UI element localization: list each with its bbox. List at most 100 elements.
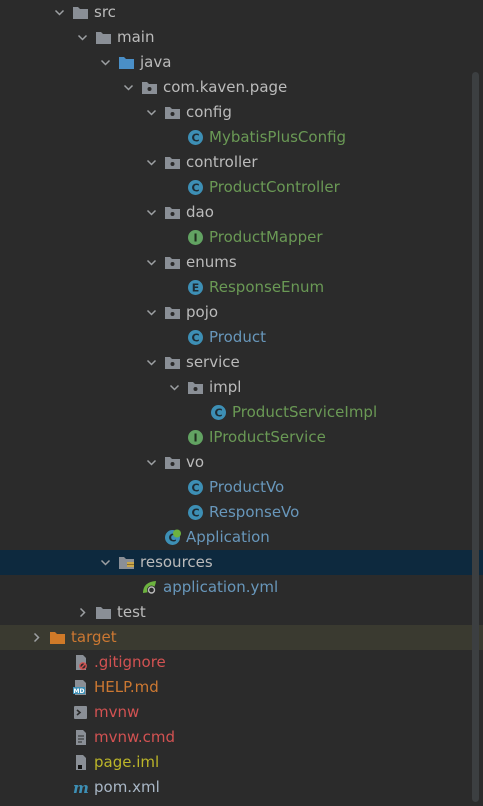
chevron-down-icon[interactable] bbox=[146, 457, 157, 468]
chevron-right-icon[interactable] bbox=[77, 607, 88, 618]
tree-item-iproductservice[interactable]: I IProductService bbox=[0, 425, 483, 450]
text-file-icon bbox=[76, 730, 86, 745]
tree-item-label: ProductVo bbox=[209, 478, 285, 496]
module-file-icon bbox=[76, 755, 86, 770]
tree-item-label: service bbox=[186, 353, 240, 371]
spring-boot-class-icon: C bbox=[165, 529, 181, 545]
svg-text:C: C bbox=[191, 332, 199, 345]
tree-item-label: Product bbox=[209, 328, 266, 346]
tree-item-label: dao bbox=[186, 203, 214, 221]
chevron-down-icon[interactable] bbox=[169, 382, 180, 393]
tree-item-gitignore[interactable]: .gitignore bbox=[0, 650, 483, 675]
tree-item-productserviceimpl[interactable]: C ProductServiceImpl bbox=[0, 400, 483, 425]
tree-item-label: target bbox=[71, 628, 117, 646]
tree-item-mybatisplusconfig[interactable]: C MybatisPlusConfig bbox=[0, 125, 483, 150]
tree-item-mvnw-cmd[interactable]: mvnw.cmd bbox=[0, 725, 483, 750]
chevron-down-icon[interactable] bbox=[123, 82, 134, 93]
chevron-down-icon[interactable] bbox=[100, 57, 111, 68]
tree-item-label: impl bbox=[209, 378, 242, 396]
tree-item-label: vo bbox=[186, 453, 205, 471]
chevron-down-icon[interactable] bbox=[146, 357, 157, 368]
class-icon: C bbox=[188, 330, 203, 345]
tree-item-label: ResponseEnum bbox=[209, 278, 325, 296]
tree-item-label: mvnw.cmd bbox=[94, 728, 176, 746]
tree-item-src[interactable]: src bbox=[0, 0, 483, 25]
tree-item-test[interactable]: test bbox=[0, 600, 483, 625]
package-icon bbox=[165, 107, 180, 119]
chevron-down-icon[interactable] bbox=[100, 557, 111, 568]
svg-text:I: I bbox=[193, 432, 197, 445]
class-icon: C bbox=[188, 480, 203, 495]
tree-item-responseenum[interactable]: E ResponseEnum bbox=[0, 275, 483, 300]
tree-item-productmapper[interactable]: I ProductMapper bbox=[0, 225, 483, 250]
tree-item-productvo[interactable]: C ProductVo bbox=[0, 475, 483, 500]
vertical-scrollbar[interactable] bbox=[472, 72, 479, 802]
project-tree: src main java com.kaven.page config C MybatisP… bbox=[0, 0, 483, 800]
tree-item-label: MybatisPlusConfig bbox=[209, 128, 347, 146]
svg-text:C: C bbox=[191, 132, 199, 145]
tree-item-label: page.iml bbox=[94, 753, 160, 771]
chevron-down-icon[interactable] bbox=[146, 307, 157, 318]
tree-item-service[interactable]: service bbox=[0, 350, 483, 375]
tree-item-vo[interactable]: vo bbox=[0, 450, 483, 475]
tree-item-dao[interactable]: dao bbox=[0, 200, 483, 225]
tree-item-label: com.kaven.page bbox=[163, 78, 288, 96]
chevron-right-icon[interactable] bbox=[31, 632, 42, 643]
tree-item-label: IProductService bbox=[209, 428, 326, 446]
tree-item-pom-xml[interactable]: m pom.xml bbox=[0, 775, 483, 800]
tree-item-target[interactable]: target bbox=[0, 625, 483, 650]
svg-text:C: C bbox=[191, 182, 199, 195]
tree-item-label: .gitignore bbox=[94, 653, 166, 671]
resources-folder-icon bbox=[119, 557, 134, 569]
tree-item-label: pom.xml bbox=[94, 778, 160, 796]
chevron-down-icon[interactable] bbox=[77, 32, 88, 43]
tree-item-label: ProductMapper bbox=[209, 228, 323, 246]
gitignore-file-icon bbox=[76, 655, 87, 670]
tree-item-application[interactable]: C Application bbox=[0, 525, 483, 550]
class-icon: C bbox=[211, 405, 226, 420]
tree-item-responsevo[interactable]: C ResponseVo bbox=[0, 500, 483, 525]
maven-file-icon: m bbox=[73, 779, 89, 796]
interface-icon: I bbox=[188, 430, 203, 445]
class-icon: C bbox=[188, 180, 203, 195]
tree-item-resources[interactable]: resources bbox=[0, 550, 483, 575]
svg-text:m: m bbox=[73, 779, 89, 796]
package-icon bbox=[142, 82, 157, 94]
tree-item-help-md[interactable]: MD HELP.md bbox=[0, 675, 483, 700]
tree-item-config[interactable]: config bbox=[0, 100, 483, 125]
svg-text:C: C bbox=[214, 407, 222, 420]
tree-item-label: HELP.md bbox=[94, 678, 159, 696]
svg-text:E: E bbox=[192, 282, 200, 295]
chevron-down-icon[interactable] bbox=[146, 157, 157, 168]
chevron-down-icon[interactable] bbox=[146, 107, 157, 118]
shell-script-icon bbox=[74, 706, 87, 719]
tree-item-label: enums bbox=[186, 253, 237, 271]
chevron-down-icon[interactable] bbox=[146, 257, 157, 268]
tree-item-controller[interactable]: controller bbox=[0, 150, 483, 175]
tree-item-label: Application bbox=[186, 528, 270, 546]
tree-item-enums[interactable]: enums bbox=[0, 250, 483, 275]
folder-icon bbox=[96, 32, 111, 44]
package-icon bbox=[188, 382, 203, 394]
tree-item-product[interactable]: C Product bbox=[0, 325, 483, 350]
tree-item-mvnw[interactable]: mvnw bbox=[0, 700, 483, 725]
tree-item-main[interactable]: main bbox=[0, 25, 483, 50]
chevron-down-icon[interactable] bbox=[146, 207, 157, 218]
tree-item-application-yml[interactable]: application.yml bbox=[0, 575, 483, 600]
tree-item-label: mvnw bbox=[94, 703, 140, 721]
spring-config-icon bbox=[143, 581, 156, 595]
tree-item-com-kaven-page[interactable]: com.kaven.page bbox=[0, 75, 483, 100]
chevron-down-icon[interactable] bbox=[54, 7, 65, 18]
tree-item-productcontroller[interactable]: C ProductController bbox=[0, 175, 483, 200]
tree-item-pojo[interactable]: pojo bbox=[0, 300, 483, 325]
folder-icon bbox=[96, 607, 111, 619]
tree-item-impl[interactable]: impl bbox=[0, 375, 483, 400]
tree-item-label: ProductController bbox=[209, 178, 340, 196]
class-icon: C bbox=[188, 505, 203, 520]
package-icon bbox=[165, 457, 180, 469]
tree-item-label: test bbox=[117, 603, 146, 621]
tree-item-page-iml[interactable]: page.iml bbox=[0, 750, 483, 775]
tree-item-label: config bbox=[186, 103, 232, 121]
tree-item-label: ResponseVo bbox=[209, 503, 300, 521]
tree-item-java[interactable]: java bbox=[0, 50, 483, 75]
